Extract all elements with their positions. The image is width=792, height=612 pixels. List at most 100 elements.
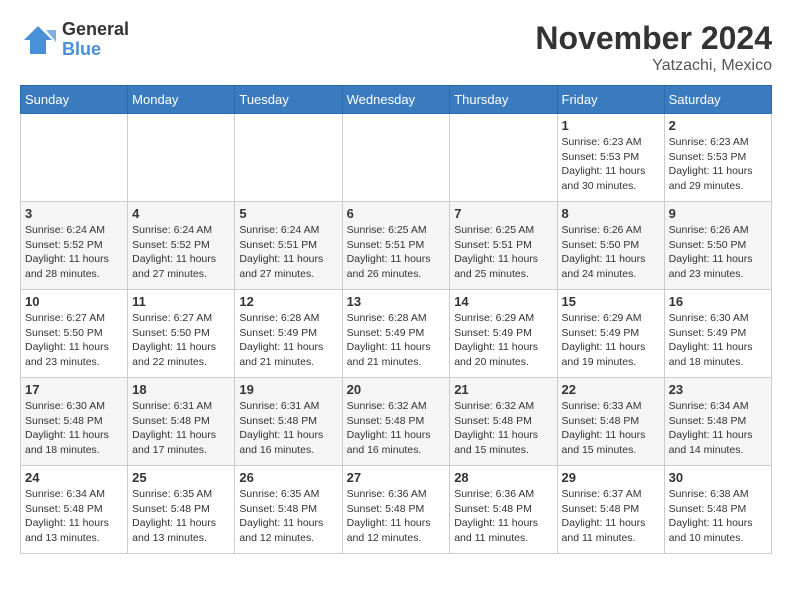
calendar-cell: 13 Sunrise: 6:28 AM Sunset: 5:49 PM Dayli… (342, 290, 450, 378)
calendar-cell: 18Sunrise: 6:31 AM Sunset: 5:48 PM Dayli… (128, 378, 235, 466)
calendar-week-row: 1 Sunrise: 6:23 AM Sunset: 5:53 PM Daylig… (21, 114, 772, 202)
calendar-cell: 7 Sunrise: 6:25 AM Sunset: 5:51 PM Daylig… (450, 202, 557, 290)
weekday-header: Tuesday (235, 86, 342, 114)
calendar-cell: 19 Sunrise: 6:31 AM Sunset: 5:48 PM Dayli… (235, 378, 342, 466)
calendar-body: 1 Sunrise: 6:23 AM Sunset: 5:53 PM Daylig… (21, 114, 772, 554)
weekday-header: Wednesday (342, 86, 450, 114)
calendar-cell: 23Sunrise: 6:34 AM Sunset: 5:48 PM Dayli… (664, 378, 771, 466)
calendar-cell: 1 Sunrise: 6:23 AM Sunset: 5:53 PM Daylig… (557, 114, 664, 202)
day-info: Sunrise: 6:25 AM Sunset: 5:51 PM Dayligh… (454, 223, 552, 282)
calendar-cell: 16Sunrise: 6:30 AM Sunset: 5:49 PM Dayli… (664, 290, 771, 378)
day-number: 28 (454, 470, 552, 485)
day-info: Sunrise: 6:31 AM Sunset: 5:48 PM Dayligh… (239, 399, 337, 458)
calendar-cell: 11Sunrise: 6:27 AM Sunset: 5:50 PM Dayli… (128, 290, 235, 378)
calendar-cell: 27Sunrise: 6:36 AM Sunset: 5:48 PM Dayli… (342, 466, 450, 554)
calendar-cell (235, 114, 342, 202)
day-number: 24 (25, 470, 123, 485)
weekday-row: SundayMondayTuesdayWednesdayThursdayFrid… (21, 86, 772, 114)
day-number: 13 (347, 294, 446, 309)
day-number: 26 (239, 470, 337, 485)
day-number: 10 (25, 294, 123, 309)
day-info: Sunrise: 6:24 AM Sunset: 5:52 PM Dayligh… (25, 223, 123, 282)
day-number: 30 (669, 470, 767, 485)
day-info: Sunrise: 6:35 AM Sunset: 5:48 PM Dayligh… (239, 487, 337, 546)
weekday-header: Friday (557, 86, 664, 114)
day-number: 3 (25, 206, 123, 221)
calendar-cell: 8 Sunrise: 6:26 AM Sunset: 5:50 PM Daylig… (557, 202, 664, 290)
day-number: 19 (239, 382, 337, 397)
day-info: Sunrise: 6:29 AM Sunset: 5:49 PM Dayligh… (454, 311, 552, 370)
calendar-header: SundayMondayTuesdayWednesdayThursdayFrid… (21, 86, 772, 114)
day-info: Sunrise: 6:32 AM Sunset: 5:48 PM Dayligh… (347, 399, 446, 458)
day-number: 6 (347, 206, 446, 221)
calendar-cell: 2Sunrise: 6:23 AM Sunset: 5:53 PM Daylig… (664, 114, 771, 202)
day-info: Sunrise: 6:27 AM Sunset: 5:50 PM Dayligh… (132, 311, 230, 370)
day-info: Sunrise: 6:23 AM Sunset: 5:53 PM Dayligh… (562, 135, 660, 194)
day-number: 29 (562, 470, 660, 485)
day-number: 2 (669, 118, 767, 133)
calendar-week-row: 17 Sunrise: 6:30 AM Sunset: 5:48 PM Dayli… (21, 378, 772, 466)
day-number: 5 (239, 206, 337, 221)
calendar-cell: 14 Sunrise: 6:29 AM Sunset: 5:49 PM Dayli… (450, 290, 557, 378)
day-info: Sunrise: 6:27 AM Sunset: 5:50 PM Dayligh… (25, 311, 123, 370)
calendar-cell: 12Sunrise: 6:28 AM Sunset: 5:49 PM Dayli… (235, 290, 342, 378)
day-info: Sunrise: 6:37 AM Sunset: 5:48 PM Dayligh… (562, 487, 660, 546)
location: Yatzachi, Mexico (535, 57, 772, 75)
calendar-cell: 22Sunrise: 6:33 AM Sunset: 5:48 PM Dayli… (557, 378, 664, 466)
day-info: Sunrise: 6:35 AM Sunset: 5:48 PM Dayligh… (132, 487, 230, 546)
day-number: 16 (669, 294, 767, 309)
logo: General Blue (20, 20, 129, 60)
day-number: 20 (347, 382, 446, 397)
weekday-header: Thursday (450, 86, 557, 114)
calendar-cell (128, 114, 235, 202)
day-number: 7 (454, 206, 552, 221)
day-number: 27 (347, 470, 446, 485)
calendar-cell: 10 Sunrise: 6:27 AM Sunset: 5:50 PM Dayli… (21, 290, 128, 378)
calendar-cell: 6 Sunrise: 6:25 AM Sunset: 5:51 PM Daylig… (342, 202, 450, 290)
day-number: 25 (132, 470, 230, 485)
day-info: Sunrise: 6:36 AM Sunset: 5:48 PM Dayligh… (454, 487, 552, 546)
calendar-cell: 17 Sunrise: 6:30 AM Sunset: 5:48 PM Dayli… (21, 378, 128, 466)
day-info: Sunrise: 6:32 AM Sunset: 5:48 PM Dayligh… (454, 399, 552, 458)
day-number: 21 (454, 382, 552, 397)
day-info: Sunrise: 6:29 AM Sunset: 5:49 PM Dayligh… (562, 311, 660, 370)
day-number: 17 (25, 382, 123, 397)
calendar-cell (21, 114, 128, 202)
day-info: Sunrise: 6:25 AM Sunset: 5:51 PM Dayligh… (347, 223, 446, 282)
day-info: Sunrise: 6:34 AM Sunset: 5:48 PM Dayligh… (669, 399, 767, 458)
calendar-cell: 29 Sunrise: 6:37 AM Sunset: 5:48 PM Dayli… (557, 466, 664, 554)
calendar-cell: 4 Sunrise: 6:24 AM Sunset: 5:52 PM Daylig… (128, 202, 235, 290)
day-number: 15 (562, 294, 660, 309)
calendar-cell: 9Sunrise: 6:26 AM Sunset: 5:50 PM Daylig… (664, 202, 771, 290)
day-info: Sunrise: 6:28 AM Sunset: 5:49 PM Dayligh… (347, 311, 446, 370)
calendar-cell: 5Sunrise: 6:24 AM Sunset: 5:51 PM Daylig… (235, 202, 342, 290)
day-number: 8 (562, 206, 660, 221)
weekday-header: Monday (128, 86, 235, 114)
day-number: 1 (562, 118, 660, 133)
day-info: Sunrise: 6:30 AM Sunset: 5:48 PM Dayligh… (25, 399, 123, 458)
title-area: November 2024 Yatzachi, Mexico (535, 20, 772, 75)
calendar-week-row: 3 Sunrise: 6:24 AM Sunset: 5:52 PM Daylig… (21, 202, 772, 290)
page-header: General Blue November 2024 Yatzachi, Mex… (20, 20, 772, 75)
calendar-table: SundayMondayTuesdayWednesdayThursdayFrid… (20, 85, 772, 554)
day-number: 14 (454, 294, 552, 309)
calendar-cell: 26 Sunrise: 6:35 AM Sunset: 5:48 PM Dayli… (235, 466, 342, 554)
day-info: Sunrise: 6:34 AM Sunset: 5:48 PM Dayligh… (25, 487, 123, 546)
calendar-cell: 21 Sunrise: 6:32 AM Sunset: 5:48 PM Dayli… (450, 378, 557, 466)
day-number: 9 (669, 206, 767, 221)
day-info: Sunrise: 6:24 AM Sunset: 5:52 PM Dayligh… (132, 223, 230, 282)
month-title: November 2024 (535, 20, 772, 57)
logo-icon (20, 22, 56, 58)
day-info: Sunrise: 6:26 AM Sunset: 5:50 PM Dayligh… (562, 223, 660, 282)
calendar-cell (342, 114, 450, 202)
calendar-cell: 15 Sunrise: 6:29 AM Sunset: 5:49 PM Dayli… (557, 290, 664, 378)
calendar-cell: 24 Sunrise: 6:34 AM Sunset: 5:48 PM Dayli… (21, 466, 128, 554)
calendar-cell: 20 Sunrise: 6:32 AM Sunset: 5:48 PM Dayli… (342, 378, 450, 466)
weekday-header: Sunday (21, 86, 128, 114)
calendar-cell: 28 Sunrise: 6:36 AM Sunset: 5:48 PM Dayli… (450, 466, 557, 554)
calendar-cell (450, 114, 557, 202)
day-info: Sunrise: 6:31 AM Sunset: 5:48 PM Dayligh… (132, 399, 230, 458)
day-number: 4 (132, 206, 230, 221)
day-info: Sunrise: 6:38 AM Sunset: 5:48 PM Dayligh… (669, 487, 767, 546)
calendar-week-row: 24 Sunrise: 6:34 AM Sunset: 5:48 PM Dayli… (21, 466, 772, 554)
